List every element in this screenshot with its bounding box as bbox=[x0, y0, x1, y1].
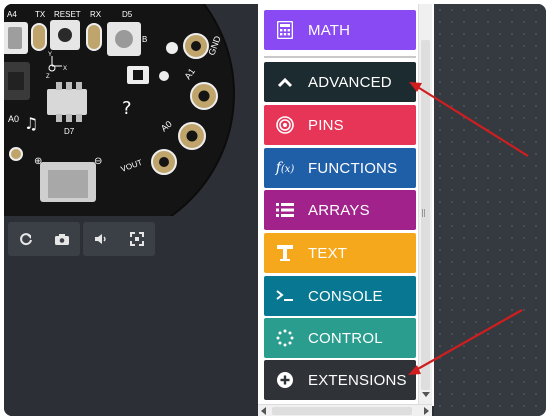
camera-icon[interactable] bbox=[44, 222, 80, 256]
category-label: FUNCTIONS bbox=[308, 159, 398, 177]
microphone-ear-icon: ? bbox=[122, 98, 132, 119]
text-t-icon bbox=[276, 244, 294, 262]
app-window: A4 TX RESET RX D5 B GND A1 A0 VOUT A0 ♫ … bbox=[4, 4, 546, 416]
svg-text:Z: Z bbox=[46, 74, 50, 80]
category-console[interactable]: CONSOLE bbox=[264, 276, 416, 316]
category-control[interactable]: CONTROL bbox=[264, 318, 416, 358]
led bbox=[166, 42, 178, 54]
category-extensions[interactable]: EXTENSIONS bbox=[264, 360, 416, 400]
category-label: MATH bbox=[308, 21, 351, 39]
toolbox-vertical-scrollbar[interactable] bbox=[418, 4, 432, 406]
category-label: TEXT bbox=[308, 244, 348, 262]
label-plus: ⊕ bbox=[34, 156, 42, 167]
category-label: PINS bbox=[308, 116, 344, 134]
refresh-icon[interactable] bbox=[8, 222, 44, 256]
svg-text:X: X bbox=[63, 66, 67, 72]
category-advanced[interactable]: ADVANCED bbox=[264, 62, 416, 102]
dotted-circle-icon bbox=[276, 329, 294, 347]
pad-tx[interactable] bbox=[31, 23, 47, 51]
category-label: ADVANCED bbox=[308, 73, 392, 91]
category-pins[interactable]: PINS bbox=[264, 105, 416, 145]
terminal-icon bbox=[276, 287, 294, 305]
pad-rx[interactable] bbox=[86, 23, 102, 51]
label-d7: D7 bbox=[64, 127, 75, 136]
slide-switch[interactable] bbox=[47, 89, 87, 115]
scroll-right-arrow-icon[interactable] bbox=[424, 407, 429, 415]
simulator-controls bbox=[8, 222, 155, 256]
category-label: CONTROL bbox=[308, 329, 383, 347]
circuit-playground-board[interactable]: A4 TX RESET RX D5 B GND A1 A0 VOUT A0 ♫ … bbox=[4, 4, 256, 216]
volume-icon[interactable] bbox=[83, 222, 119, 256]
fullscreen-icon[interactable] bbox=[119, 222, 155, 256]
label-minus: ⊖ bbox=[94, 156, 102, 167]
scroll-grip-icon bbox=[422, 209, 425, 217]
category-label: EXTENSIONS bbox=[308, 371, 407, 389]
scroll-down-arrow-icon[interactable] bbox=[422, 392, 430, 397]
simulator-controls-group-2 bbox=[83, 222, 155, 256]
toolbox-horizontal-scrollbar[interactable] bbox=[258, 404, 432, 416]
function-icon: f(x) bbox=[275, 160, 295, 176]
label-d5: D5 bbox=[122, 10, 133, 19]
label-a4: A4 bbox=[7, 10, 17, 19]
category-label: CONSOLE bbox=[308, 287, 383, 305]
block-toolbox: MATH ADVANCED PINS f(x) FUNCTIONS ARRAYS… bbox=[258, 4, 434, 406]
horizontal-scroll-thumb[interactable] bbox=[272, 407, 412, 415]
blocks-workspace[interactable] bbox=[434, 4, 546, 416]
category-functions[interactable]: f(x) FUNCTIONS bbox=[264, 148, 416, 188]
target-icon bbox=[276, 116, 294, 134]
simulator-controls-group-1 bbox=[8, 222, 80, 256]
label-reset: RESET bbox=[54, 10, 81, 19]
svg-text:Y: Y bbox=[48, 52, 52, 58]
simulator-panel: A4 TX RESET RX D5 B GND A1 A0 VOUT A0 ♫ … bbox=[4, 4, 256, 416]
toolbox-divider bbox=[264, 56, 416, 58]
category-text[interactable]: TEXT bbox=[264, 233, 416, 273]
category-math[interactable]: MATH bbox=[264, 10, 416, 50]
chevron-up-icon bbox=[276, 73, 294, 91]
scroll-left-arrow-icon[interactable] bbox=[261, 407, 266, 415]
music-note-icon: ♫ bbox=[24, 114, 38, 133]
list-icon bbox=[276, 201, 294, 219]
plus-circle-icon bbox=[276, 371, 294, 389]
label-tx: TX bbox=[35, 10, 46, 19]
label-a0: A0 bbox=[8, 114, 19, 124]
category-arrays[interactable]: ARRAYS bbox=[264, 190, 416, 230]
label-rx: RX bbox=[90, 10, 102, 19]
svg-text:B: B bbox=[142, 35, 147, 44]
calculator-icon bbox=[276, 21, 294, 39]
category-label: ARRAYS bbox=[308, 201, 370, 219]
